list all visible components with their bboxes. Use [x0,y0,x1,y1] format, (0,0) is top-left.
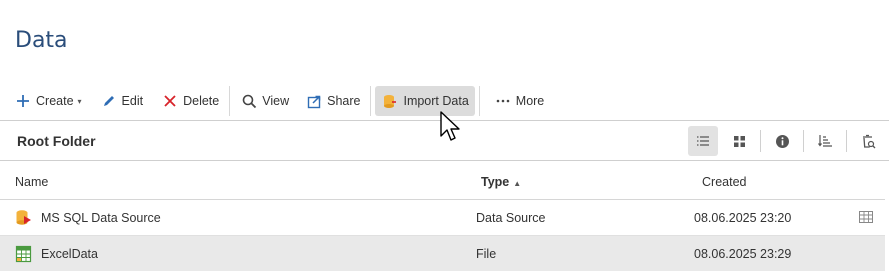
column-header-created[interactable]: Created [702,175,746,189]
info-icon [775,134,789,148]
delete-button[interactable]: Delete [155,86,225,116]
row-name: ExcelData [41,247,98,261]
info-button[interactable] [767,126,797,156]
edit-button[interactable]: Edit [94,86,150,116]
create-label: Create [36,94,74,108]
search-icon [240,92,258,110]
row-name: MS SQL Data Source [41,211,161,225]
edit-label: Edit [121,94,144,108]
view-label: View [262,94,290,108]
column-header-type-label: Type [481,175,510,189]
table-row[interactable]: MS SQL Data Source Data Source 08.06.202… [0,200,885,236]
share-button[interactable]: Share [299,86,366,116]
more-dots-icon [494,92,512,110]
import-data-button[interactable]: Import Data [375,86,475,116]
list-view-icon [697,136,709,146]
grid-view-button[interactable] [724,126,754,156]
toolbar-divider [229,86,231,116]
database-icon [15,209,33,227]
toolbar-divider [370,86,372,116]
table-view-icon[interactable] [859,211,873,223]
sort-icon [817,135,832,147]
column-header-type[interactable]: Type ▲ [481,175,521,189]
spreadsheet-icon [15,245,33,263]
more-button[interactable]: More [488,86,550,116]
share-label: Share [327,94,361,108]
row-created: 08.06.2025 23:29 [694,247,792,261]
create-button[interactable]: Create ▾ [8,86,88,116]
folder-title: Root Folder [17,132,96,149]
sort-button[interactable] [810,126,840,156]
sort-ascending-icon: ▲ [513,179,522,188]
page-title: Data [15,28,68,53]
recycle-bin-button[interactable] [853,126,883,156]
toolbar-divider [478,86,480,116]
chevron-down-icon: ▾ [77,96,82,106]
view-tools-divider [803,130,804,152]
list-view-button[interactable] [688,126,718,156]
view-tools-divider [846,130,847,152]
folder-header: Root Folder [0,120,889,161]
row-type: File [476,247,497,261]
row-created: 08.06.2025 23:20 [694,211,792,225]
plus-icon [14,92,32,110]
import-data-label: Import Data [403,94,469,108]
grid-view-icon [733,135,745,147]
toolbar: Create ▾ Edit Delete View Share Import D… [0,86,889,116]
close-icon [161,92,179,110]
pencil-icon [100,92,118,110]
more-label: More [515,94,545,108]
table-header: Name Type ▲ Created [0,162,885,200]
table-row[interactable]: ExcelData File 08.06.2025 23:29 [0,235,885,271]
view-tools-divider [760,130,761,152]
database-import-icon [381,92,399,110]
trash-search-icon [862,134,875,148]
row-type: Data Source [476,211,546,225]
view-tools [682,126,883,156]
view-button[interactable]: View [234,86,295,116]
share-icon [305,92,323,110]
column-header-name[interactable]: Name [15,175,48,189]
delete-label: Delete [183,94,220,108]
